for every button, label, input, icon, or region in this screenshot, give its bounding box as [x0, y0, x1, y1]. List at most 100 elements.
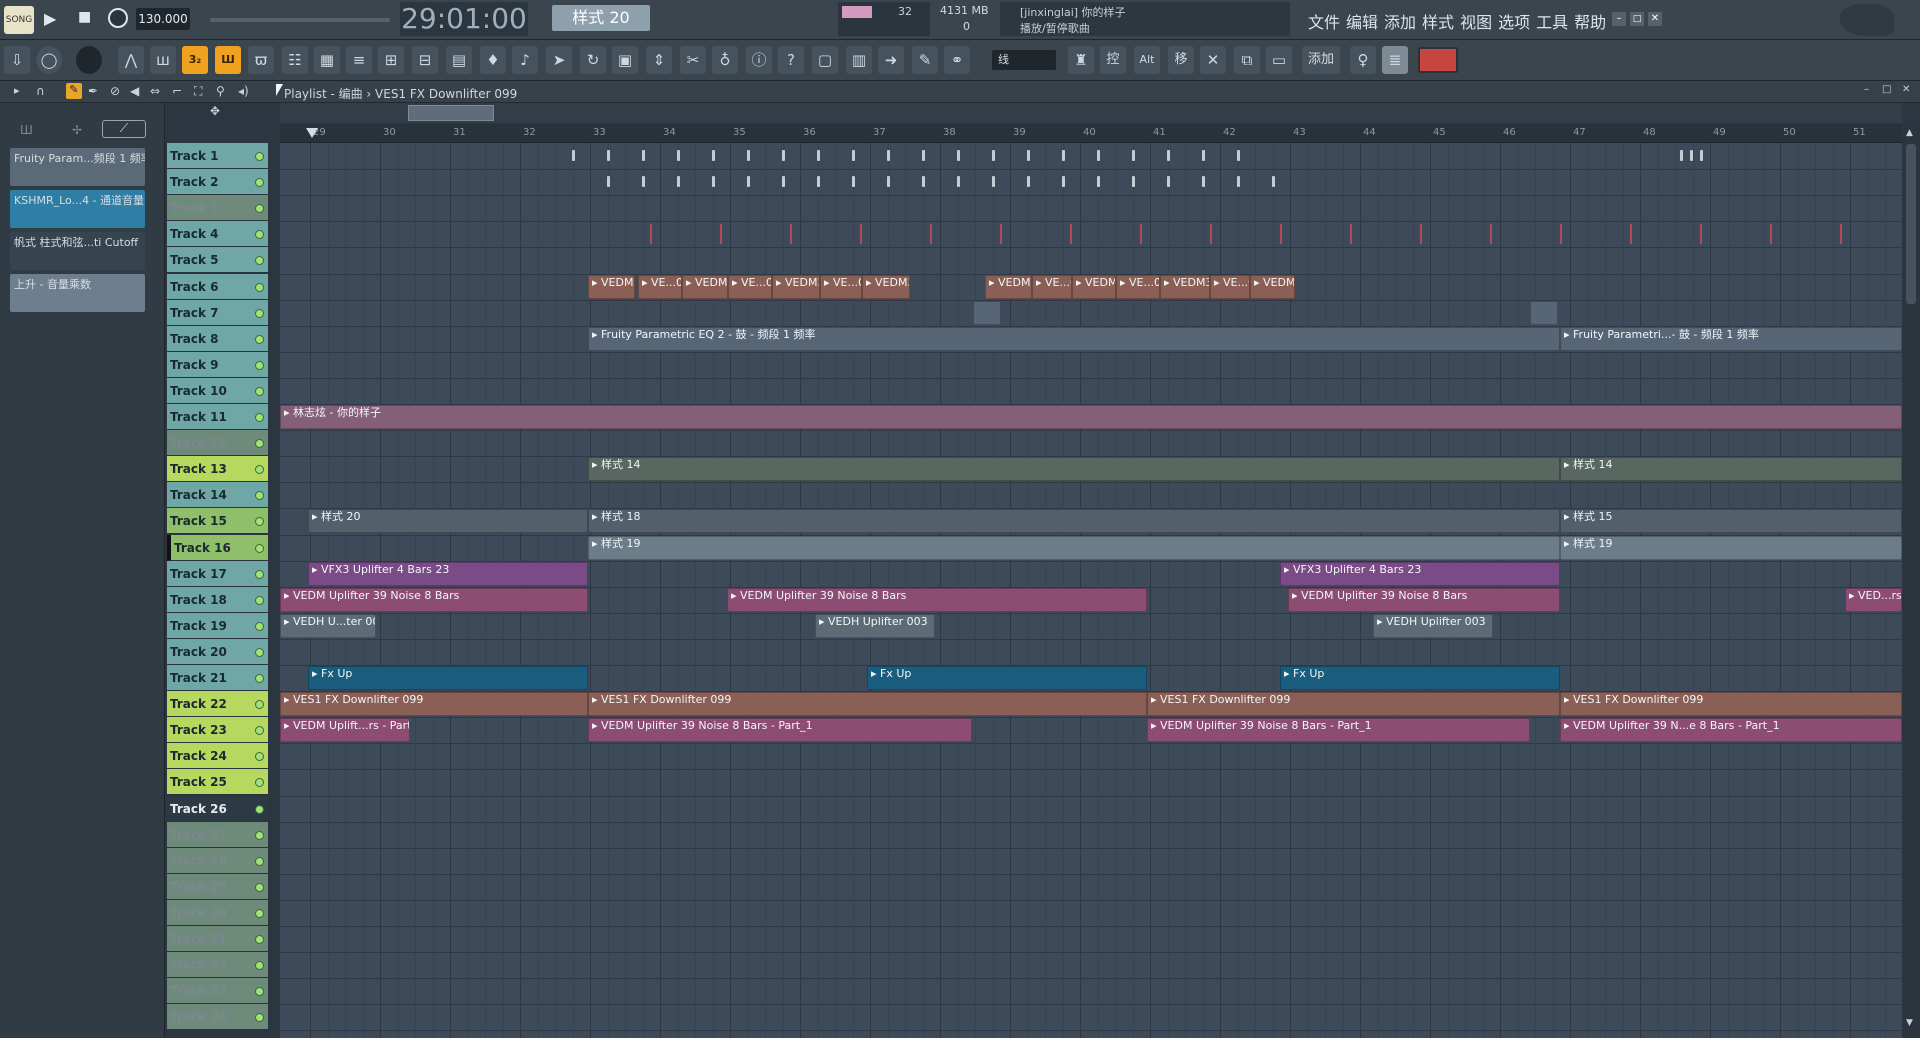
track-enable-icon[interactable] — [255, 674, 264, 683]
ctrl-button[interactable]: 控 — [1100, 46, 1126, 74]
audio-clip[interactable]: ▸ VE...0 — [728, 274, 772, 299]
toolbar-pencil-icon[interactable]: ✥ — [210, 104, 220, 118]
track-header[interactable]: Track 6 — [167, 273, 268, 300]
track-enable-icon[interactable] — [255, 987, 264, 997]
track-enable-icon[interactable] — [255, 700, 264, 710]
menu-help[interactable]: 帮助 — [1574, 13, 1606, 32]
loop-icon[interactable]: ↻ — [580, 46, 606, 74]
track-enable-icon[interactable] — [255, 439, 264, 449]
arrow-icon[interactable]: ➤ — [546, 46, 572, 74]
audio-clip[interactable]: ▸ VEDH Uplifter 003 — [1373, 613, 1493, 638]
track-enable-icon[interactable] — [255, 1013, 264, 1023]
split-icon[interactable]: ♀ — [1350, 46, 1376, 74]
track-header[interactable]: Track 3 — [167, 195, 268, 222]
track-header[interactable]: Track 27 — [167, 821, 268, 848]
track-header[interactable]: Track 24 — [167, 743, 268, 770]
automation-clip-3[interactable]: 帆式 柱式和弦...ti Cutoff — [10, 232, 145, 270]
track-header[interactable]: Track 12 — [167, 430, 268, 457]
playhead-marker[interactable] — [306, 128, 318, 138]
small-clip[interactable] — [1530, 300, 1558, 325]
track-header[interactable]: Track 28 — [167, 847, 268, 874]
scroll-up-icon[interactable]: ▲ — [1906, 128, 1913, 138]
info-icon[interactable]: ⓘ — [746, 46, 772, 74]
audio-clip[interactable]: ▸ VE...0 — [1032, 274, 1072, 299]
audio-clip[interactable]: ▸ VEDM Uplift...rs - Part_1 — [280, 718, 410, 743]
audio-clip[interactable]: ▸ VEDM Uplifter 39 Noise 8 Bars - Part_1 — [588, 718, 972, 743]
window-minimize-icon[interactable]: – — [1864, 84, 1869, 95]
add-button[interactable]: 添加 — [1302, 46, 1340, 74]
paint-tool-icon[interactable]: ✒ — [88, 84, 98, 98]
track-enable-icon[interactable] — [255, 308, 264, 318]
minimize-icon[interactable]: – — [1612, 12, 1626, 26]
track-header[interactable]: Track 14 — [167, 482, 268, 509]
automation-clip-4[interactable]: 上升 - 音量乘数 — [10, 274, 145, 312]
menu-add[interactable]: 添加 — [1384, 13, 1416, 32]
track-enable-icon[interactable] — [255, 517, 264, 527]
mic-icon[interactable]: ♁ — [712, 46, 738, 74]
track-enable-icon[interactable] — [255, 595, 264, 605]
export-icon[interactable]: ⇕ — [646, 46, 672, 74]
audio-clip[interactable]: ▸ VES1 FX Downlifter 099 — [1560, 692, 1902, 717]
draw-tool-icon[interactable]: ✎ — [66, 83, 82, 99]
restore-icon[interactable]: □ — [1630, 12, 1644, 26]
track-enable-icon[interactable] — [255, 282, 264, 292]
track-header[interactable]: Track 10 — [167, 377, 268, 404]
track-header[interactable]: Track 21 — [167, 665, 268, 691]
audio-clip[interactable]: ▸ VEDM Uplifter 39 Noise 8 Bars — [727, 587, 1147, 612]
audio-clip[interactable]: ▸ VES1 FX Downlifter 099 — [1147, 692, 1560, 717]
select-tool-icon[interactable]: ⛶ — [194, 84, 202, 99]
window-close-icon[interactable]: ✕ — [1902, 84, 1910, 95]
pencil-icon[interactable]: ✎ — [912, 46, 938, 74]
cut-icon[interactable]: ✂ — [680, 46, 706, 74]
master-pitch-slider[interactable] — [210, 18, 390, 22]
automation-clip-2[interactable]: KSHMR_Lo...4 - 通道音量 — [10, 190, 145, 228]
audio-clip[interactable]: ▸ VE...0 — [1210, 274, 1250, 299]
snap-selector[interactable]: 线 — [992, 50, 1056, 70]
track-enable-icon[interactable] — [255, 752, 264, 762]
track-enable-icon[interactable] — [255, 935, 264, 944]
pin-icon[interactable]: ♦ — [480, 46, 506, 74]
audio-clip[interactable]: ▸ VFX3 Uplifter 4 Bars 23 — [1280, 561, 1560, 586]
audio-clip[interactable]: ▸ VE...0 — [820, 274, 862, 299]
track-header[interactable]: Track 22 — [167, 691, 268, 718]
channel-rack-icon[interactable]: ▦ — [314, 46, 340, 74]
record-mode-icon[interactable]: ◯ — [36, 46, 62, 74]
pattern-clip[interactable]: ▸ 样式 15 — [1560, 509, 1902, 534]
playlist-grid[interactable]: ▸ VEDM3...op 20 ▸ VE...0 ▸ VEDM3...op 20 ▸ … — [280, 143, 1902, 1038]
pattern-selector[interactable]: 样式 20 — [552, 5, 650, 31]
audio-clip[interactable]: ▸ VEDM3...op 20 — [682, 274, 728, 299]
track-header[interactable]: Track 1 — [167, 143, 268, 169]
slice-tool-icon[interactable]: ⌐ — [172, 84, 182, 98]
close-icon[interactable]: ✕ — [1648, 12, 1662, 26]
audio-clip[interactable]: ▸ 林志炫 - 你的样子 — [280, 405, 1902, 429]
track-header[interactable]: Track 17 — [167, 560, 268, 587]
automation-clip[interactable]: ▸ Fruity Parametric EQ 2 - 鼓 - 频段 1 频率 — [588, 326, 1560, 351]
list-icon[interactable]: ≣ — [1382, 46, 1408, 74]
audio-clip[interactable]: ▸ VEDM3...op 20 — [1160, 274, 1210, 299]
track-enable-icon[interactable] — [255, 386, 264, 396]
track-header[interactable]: Track 4 — [167, 221, 268, 248]
save-icon[interactable]: ▣ — [612, 46, 638, 74]
track-enable-icon[interactable] — [255, 204, 264, 214]
track-enable-icon[interactable] — [255, 882, 264, 892]
step-icon[interactable]: 3₂ — [182, 46, 208, 74]
record-icon[interactable] — [108, 8, 128, 28]
stop-icon[interactable]: ■ — [78, 9, 91, 25]
track-enable-icon[interactable] — [255, 465, 264, 475]
automation-clip[interactable]: ▸ Fruity Parametri...- 鼓 - 频段 1 频率 — [1560, 326, 1902, 351]
audio-clip[interactable]: ▸ VES1 FX Downlifter 099 — [280, 692, 588, 717]
track-enable-icon[interactable] — [255, 178, 264, 188]
track-header[interactable]: Track 5 — [167, 247, 268, 274]
menu-options[interactable]: 选项 — [1498, 13, 1530, 32]
forward-icon[interactable]: ➜ — [878, 46, 904, 74]
audio-clip[interactable]: ▸ VE...0 — [638, 274, 682, 299]
metronome-icon[interactable]: ⋀ — [118, 46, 144, 74]
scroll-thumb[interactable] — [1906, 144, 1916, 304]
audio-clip[interactable]: ▸ VEDM Uplifter 39 Noise 8 Bars — [1288, 587, 1560, 612]
mute-tool-icon[interactable]: ◀ — [130, 84, 139, 98]
tempo-display[interactable]: 130.000 — [136, 8, 190, 30]
audio-clip[interactable]: ▸ VEDM3...op 20 — [772, 274, 820, 299]
track-enable-icon[interactable] — [255, 621, 264, 631]
menu-tools[interactable]: 工具 — [1536, 13, 1568, 32]
audio-clip[interactable]: ▸ Fx Up — [867, 666, 1147, 690]
